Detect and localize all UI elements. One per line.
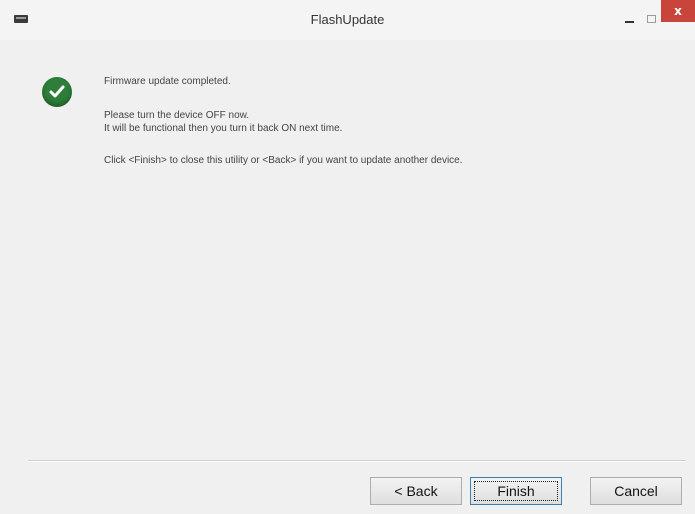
focus-rectangle bbox=[474, 481, 558, 501]
minimize-icon bbox=[624, 21, 634, 23]
cancel-button[interactable]: Cancel bbox=[590, 477, 682, 505]
finish-button[interactable]: Finish bbox=[470, 477, 562, 505]
status-message: Firmware update completed. bbox=[104, 76, 231, 87]
instruction-line-1: Please turn the device OFF now. bbox=[104, 110, 250, 121]
close-icon: x bbox=[674, 4, 682, 18]
maximize-button[interactable] bbox=[641, 6, 661, 32]
instruction-line-2: It will be functional then you turn it b… bbox=[104, 123, 343, 134]
maximize-icon bbox=[646, 15, 656, 23]
window-title: FlashUpdate bbox=[310, 12, 385, 27]
flashupdate-window: FlashUpdate x Firmware update completed.… bbox=[0, 0, 695, 514]
content-area: Firmware update completed. Please turn t… bbox=[0, 40, 695, 460]
instruction-line-3: Click <Finish> to close this utility or … bbox=[104, 155, 463, 166]
back-button[interactable]: < Back bbox=[370, 477, 462, 505]
minimize-button[interactable] bbox=[617, 6, 641, 32]
title-bar[interactable]: FlashUpdate x bbox=[0, 0, 695, 40]
footer-separator bbox=[28, 460, 686, 462]
close-button[interactable]: x bbox=[661, 0, 695, 22]
success-check-icon bbox=[42, 77, 72, 107]
